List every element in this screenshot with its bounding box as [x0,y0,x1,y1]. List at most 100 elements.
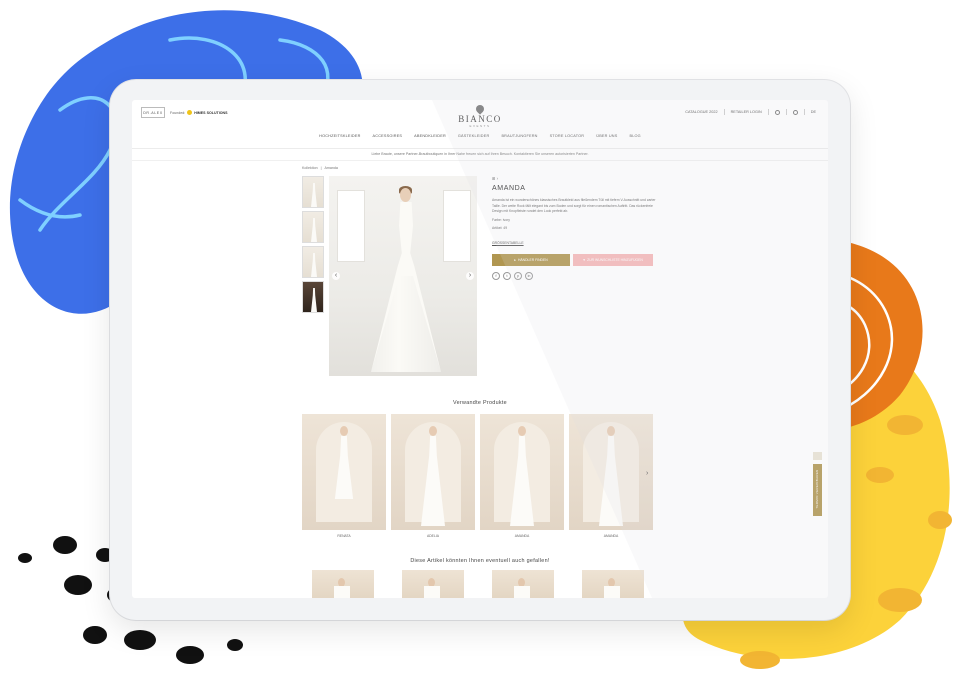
pinterest-icon[interactable]: p [514,271,522,280]
add-wishlist-button[interactable]: ♥ ZUR WUNSCHLISTE HINZUFÜGEN [573,253,653,266]
recommendation-card[interactable] [492,570,554,598]
thumbnail-3[interactable] [302,246,324,278]
window-decor [337,190,365,262]
related-next-arrow-icon[interactable]: › [646,470,648,477]
related-card-label: AMANDA [514,534,530,538]
related-card-image [480,414,564,530]
related-card[interactable]: RENATA [302,414,386,538]
related-card[interactable]: AMANDA [480,414,564,538]
heart-icon: ♥ [583,257,586,262]
product-main-image[interactable]: ‹ › [329,176,477,376]
recommendation-card[interactable] [402,570,464,598]
find-retailer-button[interactable]: ▸ HÄNDLER FINDEN [492,253,570,266]
dress-shade [371,276,441,372]
logo-sub: EVENTS [469,124,491,128]
recommendations-title: Diese Artikel könnten Ihnen eventuell au… [410,558,550,564]
action-buttons: ▸ HÄNDLER FINDEN ♥ ZUR WUNSCHLISTE HINZU… [492,253,662,266]
product-nav-icons[interactable]: ⊞ › [492,176,662,181]
notice-bar: Liebe Braute, unsere Partner-Brautboutiq… [371,152,589,156]
model-head [607,426,615,436]
model-head [400,188,411,202]
logo-name: BIANCO [458,114,502,124]
related-card-label: ADELIA [426,534,440,538]
divider [723,109,725,115]
breadcrumb: Kollektion | Amanda [302,166,338,170]
retailer-login-link[interactable]: RETAILER LOGIN [731,110,762,114]
nav-item-evening-dresses[interactable]: ABENDKLEIDER [414,134,446,144]
add-wishlist-label: ZUR WUNSCHLISTE HINZUFÜGEN [587,257,643,262]
social-share: f t p in [492,271,662,280]
related-card[interactable]: ADELIA [391,414,475,538]
appointment-side-tab[interactable]: TERMIN VEREINBAREN [813,464,822,516]
breadcrumb-item: Amanda [324,166,338,170]
heart-icon[interactable] [792,109,798,115]
model-head [340,426,348,436]
related-products: RENATA ADELIA AMANDA AMANDA [302,414,654,544]
dress-figure [311,253,317,277]
next-image-arrow-icon[interactable]: › [466,272,474,280]
related-card[interactable]: AMANDA [569,414,653,538]
dress-figure [514,586,530,598]
top-right-links: CATALOGUE 2022 RETAILER LOGIN DE [685,109,816,115]
site-logo[interactable]: BIANCO EVENTS [452,103,508,128]
thumbnail-1[interactable] [302,176,324,208]
product-spec-color: Farbe: ivory [492,217,510,222]
model-head [429,426,437,436]
partner-credit: Founded: HIMES SOLUTIONS [170,110,228,115]
logo-leaf-icon [474,103,486,115]
thumbnail-4[interactable] [302,281,324,313]
thumbnail-strip [302,176,324,316]
partner-prefix: Founded: [170,110,186,115]
related-card-image [569,414,653,530]
thumbnail-2[interactable] [302,211,324,243]
facebook-icon[interactable]: f [492,271,500,280]
related-card-image [302,414,386,530]
window-decor [443,190,471,262]
breadcrumb-separator: | [320,166,322,170]
size-chart-link[interactable]: GRÖSSENTABELLE [492,241,524,245]
nav-item-wedding-dresses[interactable]: HOCHZEITSKLEIDER [319,134,360,144]
side-tab-marker [813,452,822,460]
related-card-label: AMANDA [603,534,619,538]
partner-logo[interactable]: DR.ALEX [141,107,165,118]
appointment-side-tab-label: TERMIN VEREINBAREN [815,469,819,509]
main-nav: HOCHZEITSKLEIDER ACCESSOIRES ABENDKLEIDE… [132,134,828,144]
catalogue-link[interactable]: CATALOGUE 2022 [685,110,717,114]
nav-item-about[interactable]: ÜBER UNS [596,134,617,144]
search-icon[interactable] [774,109,780,115]
nav-item-blog[interactable]: BLOG [629,134,640,144]
find-retailer-label: HÄNDLER FINDEN [517,257,548,262]
dress-figure [311,288,317,312]
related-card-image [391,414,475,530]
recommendation-card[interactable] [312,570,374,598]
divider [785,109,787,115]
nav-item-accessories[interactable]: ACCESSOIRES [373,134,403,144]
nav-item-guest-dresses[interactable]: GÄSTEKLEIDER [458,134,490,144]
product-spec-article: Artikel: 49 [492,225,508,230]
recommendation-card[interactable] [582,570,644,598]
model-head [518,426,526,436]
notice-divider [132,160,828,161]
language-switch[interactable]: DE [811,110,816,114]
nav-item-store-locator[interactable]: STORE LOCATOR [550,134,585,144]
dress-figure [424,586,440,598]
divider [767,109,769,115]
related-title: Verwandte Produkte [453,400,507,406]
divider [803,109,805,115]
dress-figure [311,218,317,242]
related-card-label: RENATA [337,534,351,538]
breadcrumb-item[interactable]: Kollektion [302,166,318,170]
prev-image-arrow-icon[interactable]: ‹ [332,272,340,280]
partner-dot-icon [187,110,193,115]
dress-figure [311,183,317,207]
nav-item-bridesmaids[interactable]: BRAUTJUNGFERN [501,134,537,144]
partner-name: HIMES SOLUTIONS [194,110,228,115]
nav-divider [132,148,828,149]
product-info: ⊞ › AMANDA Amanda ist ein wunderschönes … [492,176,662,280]
product-description: Amanda ist ein wunderschönes klassisches… [492,198,656,214]
twitter-icon[interactable]: t [503,271,511,280]
pin-icon: ▸ [514,257,516,262]
dress-figure [334,586,350,598]
tablet-frame: DR.ALEX Founded: HIMES SOLUTIONS BIANCO … [110,80,850,620]
linkedin-icon[interactable]: in [525,271,533,280]
